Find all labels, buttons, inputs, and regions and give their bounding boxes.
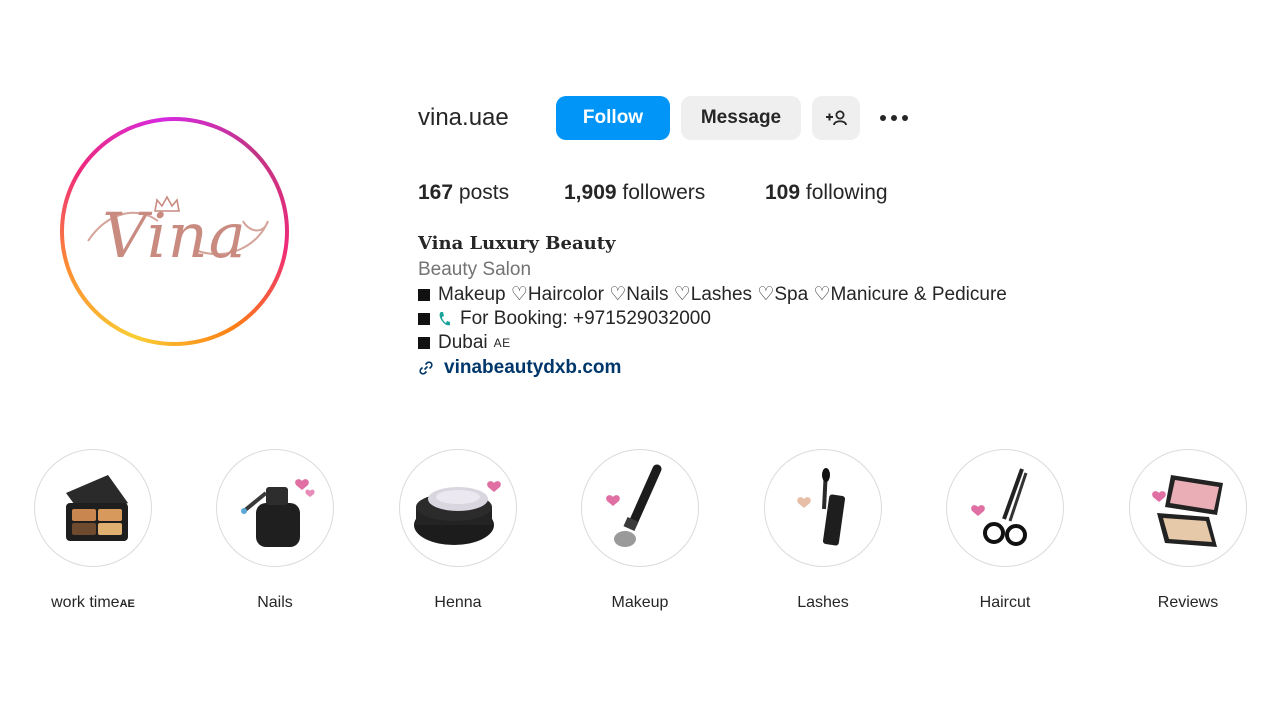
more-icon	[880, 115, 886, 121]
highlight-label-text: work time	[51, 594, 120, 611]
highlight-cover	[34, 449, 152, 567]
highlight-label: Haircut	[979, 594, 1031, 611]
profile-username: vina.uae	[418, 104, 509, 131]
following-label: following	[805, 181, 888, 204]
uae-flag-icon: AE	[119, 598, 135, 610]
posts-label: posts	[458, 181, 510, 204]
posts-count: 167	[418, 181, 454, 204]
bio-website-link[interactable]: vinabeautydxb.com	[418, 357, 621, 379]
highlight-label: Makeup	[611, 594, 669, 611]
following-stat[interactable]: 109 following	[765, 181, 888, 205]
avatar-image: Vina	[64, 121, 285, 342]
highlight-work-time[interactable]: work timeAE	[33, 449, 153, 612]
suggest-user-button[interactable]	[812, 96, 860, 140]
makeup-brush-icon	[606, 464, 662, 547]
message-button[interactable]: Message	[681, 96, 801, 140]
highlight-cover	[216, 449, 334, 567]
more-icon-dot	[902, 115, 908, 121]
avatar-logo-text: Vina	[102, 199, 247, 272]
bio-link-text: vinabeautydxb.com	[444, 357, 622, 378]
bio-name: Vina Luxury Beauty	[418, 233, 616, 254]
more-icon-dot	[891, 115, 897, 121]
square-bullet-icon	[418, 337, 430, 349]
link-icon	[419, 361, 433, 375]
highlight-label: Lashes	[797, 594, 849, 611]
bio-category: Beauty Salon	[418, 259, 532, 280]
add-user-icon	[826, 110, 847, 126]
highlight-lashes[interactable]: Lashes	[763, 449, 883, 612]
followers-count: 1,909	[564, 181, 617, 204]
highlight-cover	[399, 449, 517, 567]
highlight-cover	[581, 449, 699, 567]
highlight-label: Reviews	[1157, 594, 1219, 611]
bio-booking-text: For Booking: +971529032000	[460, 308, 711, 329]
compact-icon	[1152, 475, 1223, 547]
bio-booking-line: For Booking: +971529032000	[418, 308, 711, 330]
square-bullet-icon	[418, 288, 430, 301]
following-count: 109	[765, 181, 801, 204]
scissors-icon	[971, 468, 1028, 546]
highlight-nails[interactable]: Nails	[215, 449, 335, 612]
highlight-label: Henna	[434, 594, 482, 611]
nail-polish-icon	[241, 479, 315, 547]
eyeshadow-palette-icon	[66, 475, 128, 541]
henna-jar-icon	[414, 481, 501, 545]
more-options-button[interactable]	[872, 104, 916, 132]
uae-flag-icon: AE	[493, 336, 511, 350]
highlight-makeup[interactable]: Makeup	[580, 449, 700, 612]
bio-services-text: Makeup ♡Haircolor ♡Nails ♡Lashes ♡Spa ♡M…	[438, 284, 1007, 305]
phone-icon	[439, 312, 450, 326]
bio-location-text: Dubai	[438, 332, 488, 353]
highlight-cover	[764, 449, 882, 567]
bio-location-line: Dubai AE	[418, 332, 511, 354]
highlight-cover	[1129, 449, 1247, 567]
posts-stat: 167 posts	[418, 181, 509, 205]
highlight-haircut[interactable]: Haircut	[945, 449, 1065, 612]
highlight-henna[interactable]: Henna	[398, 449, 518, 612]
profile-avatar[interactable]: Vina	[60, 117, 289, 346]
highlight-reviews[interactable]: Reviews	[1128, 449, 1248, 612]
bio-services-line: Makeup ♡Haircolor ♡Nails ♡Lashes ♡Spa ♡M…	[418, 283, 1007, 306]
square-bullet-icon	[418, 313, 430, 325]
followers-stat[interactable]: 1,909 followers	[564, 181, 705, 205]
highlight-label: Nails	[257, 594, 293, 611]
highlight-label: work timeAE	[33, 594, 153, 612]
follow-button[interactable]: Follow	[556, 96, 670, 140]
mascara-icon	[797, 468, 846, 546]
followers-label: followers	[622, 181, 706, 204]
highlight-cover	[946, 449, 1064, 567]
